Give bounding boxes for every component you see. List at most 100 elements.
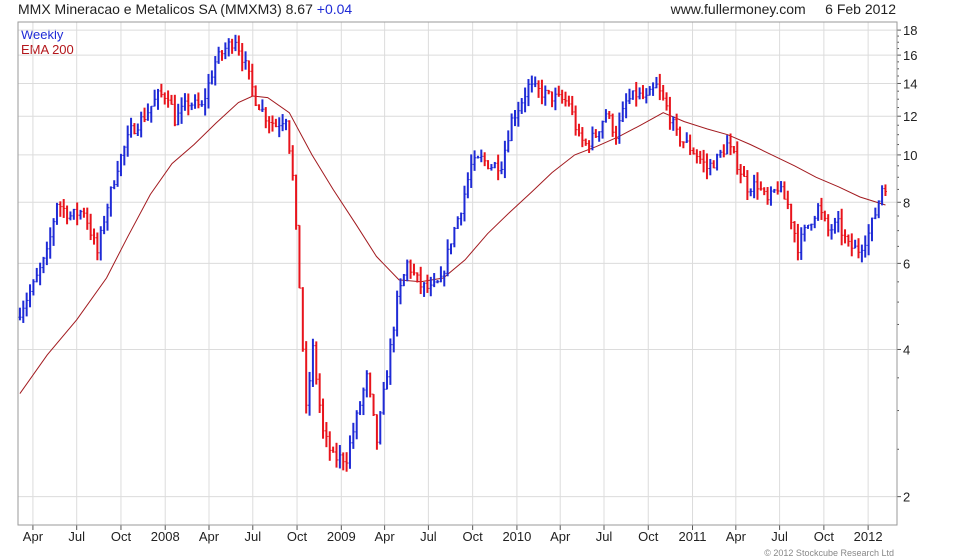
weekly-bar: [244, 51, 248, 70]
weekly-bar: [35, 267, 39, 283]
weekly-bar: [681, 141, 685, 149]
weekly-bar: [109, 186, 113, 217]
weekly-bar: [718, 149, 722, 158]
weekly-bar: [776, 181, 780, 195]
weekly-bar: [159, 83, 163, 98]
weekly-bar: [304, 341, 308, 414]
weekly-bar: [678, 126, 682, 147]
weekly-bar: [378, 411, 382, 445]
weekly-bar: [830, 224, 834, 240]
weekly-bar: [207, 73, 211, 109]
weekly-bar: [65, 205, 69, 225]
weekly-bar: [755, 172, 759, 200]
weekly-bar: [617, 112, 621, 144]
weekly-bar: [476, 155, 480, 159]
weekly-bar: [21, 300, 25, 323]
weekly-bar: [466, 172, 470, 199]
weekly-bar: [793, 221, 797, 243]
weekly-bar: [506, 130, 510, 153]
weekly-bar: [446, 239, 450, 277]
weekly-bar: [745, 170, 749, 201]
weekly-bar: [169, 94, 173, 105]
weekly-bar: [621, 101, 625, 123]
weekly-bar: [452, 226, 456, 248]
weekly-bar: [634, 81, 638, 107]
x-tick-label: 2010: [502, 529, 531, 544]
weekly-bar: [769, 186, 773, 206]
weekly-bar: [196, 92, 200, 109]
weekly-bar: [233, 34, 237, 52]
weekly-bar: [126, 125, 130, 157]
weekly-bar: [392, 326, 396, 353]
weekly-bar: [311, 338, 315, 387]
weekly-bar: [688, 134, 692, 156]
weekly-bar: [594, 129, 598, 138]
weekly-bar: [614, 125, 618, 145]
weekly-bar: [752, 174, 756, 199]
weekly-bar: [48, 227, 52, 259]
weekly-bar: [321, 398, 325, 439]
weekly-bar: [149, 105, 153, 123]
weekly-bar: [863, 235, 867, 258]
weekly-bar: [782, 181, 786, 200]
weekly-bar: [52, 218, 56, 246]
weekly-bar: [624, 93, 628, 119]
weekly-bar: [799, 227, 803, 260]
weekly-bar: [291, 145, 295, 181]
weekly-bar: [398, 278, 402, 305]
weekly-bar: [297, 224, 301, 289]
weekly-bar: [247, 60, 251, 80]
x-tick-label: 2009: [327, 529, 356, 544]
weekly-bar: [742, 165, 746, 178]
weekly-bar: [725, 135, 729, 155]
y-tick-label: 2: [903, 490, 910, 505]
weekly-bar: [38, 262, 42, 286]
weekly-bar: [176, 103, 180, 126]
weekly-bar: [163, 92, 167, 105]
weekly-bar: [513, 109, 517, 127]
weekly-bar: [89, 213, 93, 241]
weekly-bar: [277, 117, 281, 138]
weekly-bar: [119, 153, 123, 177]
weekly-bar: [183, 93, 187, 111]
weekly-bar: [372, 393, 376, 417]
weekly-bar: [385, 370, 389, 390]
weekly-bar: [146, 103, 150, 121]
weekly-bar: [264, 107, 268, 129]
weekly-bar: [122, 145, 126, 166]
weekly-bar: [597, 131, 601, 142]
y-axis: 2 4 6 8 10 12 14 16 18: [897, 23, 917, 505]
weekly-bar: [819, 197, 823, 220]
weekly-bar: [698, 150, 702, 164]
y-tick-label: 4: [903, 342, 910, 357]
y-tick-label: 12: [903, 109, 917, 124]
x-tick-label: 2011: [679, 529, 707, 544]
weekly-bar: [857, 238, 861, 259]
weekly-bar: [759, 181, 763, 191]
weekly-bar: [627, 88, 631, 105]
weekly-bar: [68, 211, 72, 221]
weekly-bar: [493, 161, 497, 169]
x-axis: Apr Jul Oct 2008 Apr Jul Oct 2009 Apr Jul Oct 2010 A…: [23, 525, 883, 544]
weekly-bar: [237, 35, 241, 56]
weekly-bar: [318, 373, 322, 413]
weekly-bar: [153, 89, 157, 107]
weekly-bar: [439, 266, 443, 283]
weekly-bar: [833, 217, 837, 234]
weekly-bar: [520, 98, 524, 114]
weekly-bar: [749, 188, 753, 197]
weekly-bar: [836, 211, 840, 233]
weekly-bar: [503, 140, 507, 179]
weekly-bar: [486, 160, 490, 170]
weekly-bar: [543, 85, 547, 106]
weekly-bar: [675, 113, 679, 136]
weekly-bar: [654, 76, 658, 89]
weekly-bar: [577, 123, 581, 137]
weekly-bar: [530, 75, 534, 93]
weekly-bar: [483, 152, 487, 167]
weekly-bar: [301, 287, 305, 352]
weekly-bar: [85, 207, 89, 230]
weekly-bars: [18, 34, 887, 472]
weekly-bar: [274, 118, 278, 128]
weekly-bar: [82, 207, 86, 218]
